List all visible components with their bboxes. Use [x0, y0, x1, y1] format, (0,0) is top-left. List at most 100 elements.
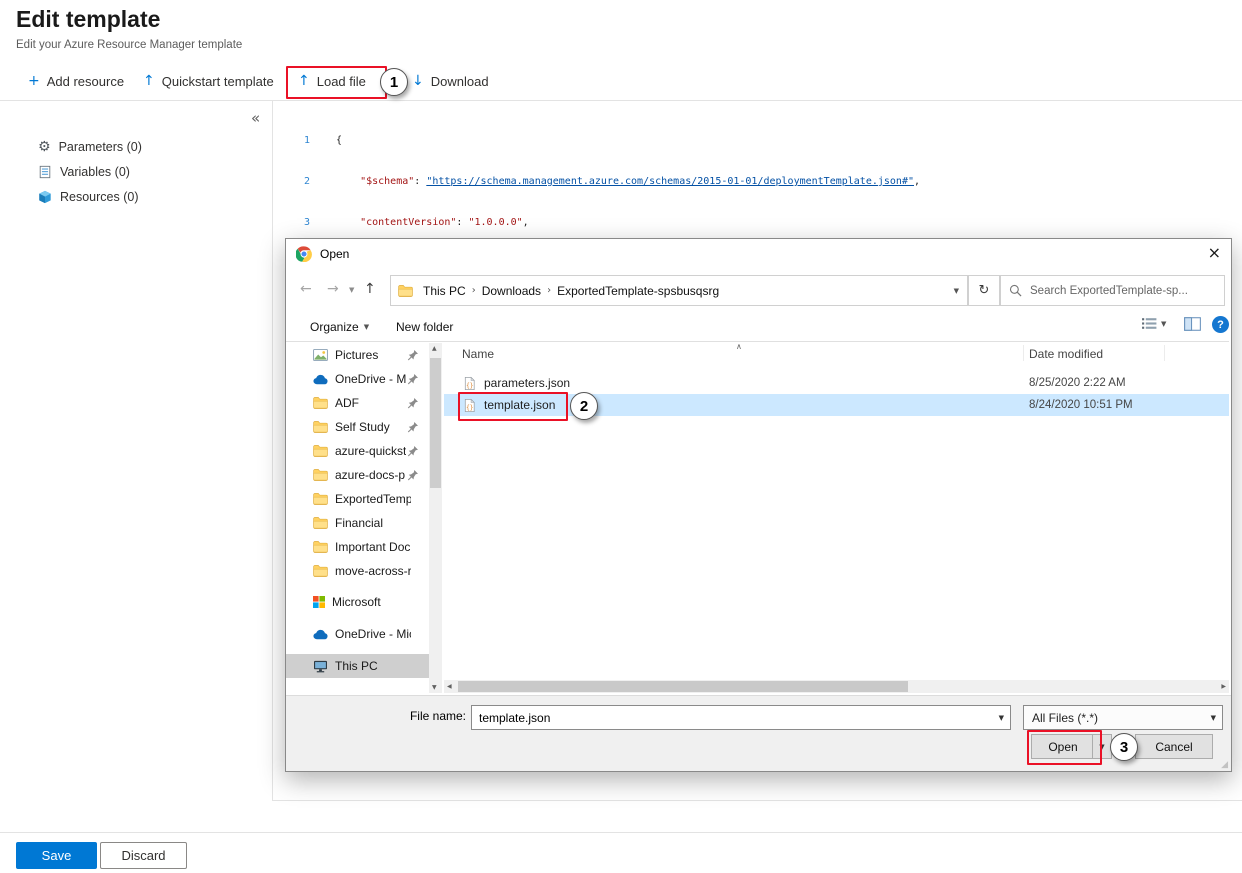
variables-icon	[38, 165, 52, 179]
tree-item-exportedtemplate[interactable]: ExportedTempla	[286, 487, 429, 511]
open-button[interactable]: Open	[1031, 734, 1095, 759]
pin-icon	[407, 445, 419, 457]
tree-item-move-across-region[interactable]: move-across-reg	[286, 559, 429, 583]
column-header-name[interactable]: Name	[462, 347, 494, 361]
save-button[interactable]: Save	[16, 842, 97, 869]
sidebar-item-parameters[interactable]: ⚙ Parameters (0)	[38, 136, 142, 158]
add-resource-button[interactable]: + Add resource	[28, 69, 124, 93]
open-file-dialog: Open × ← → ▼ ↑ This PC › Downloads › Exp…	[285, 238, 1232, 772]
tree-item-important-documents[interactable]: Important Docu	[286, 535, 429, 559]
organize-menu[interactable]: Organize ▼	[310, 317, 369, 337]
up-arrow-icon: ↑	[143, 74, 155, 88]
folder-icon	[313, 517, 328, 529]
help-icon[interactable]: ?	[1212, 316, 1229, 333]
breadcrumb-downloads[interactable]: Downloads	[476, 284, 547, 298]
page-title: Edit template	[16, 6, 160, 33]
file-name-input[interactable]	[472, 710, 993, 726]
download-label: Download	[431, 74, 489, 89]
file-type-value: All Files (*.*)	[1032, 711, 1098, 725]
refresh-button[interactable]: ↻	[968, 275, 1000, 306]
new-folder-button[interactable]: New folder	[396, 317, 453, 337]
tree-item-microsoft[interactable]: Microsoft	[286, 590, 429, 614]
code-text: {	[336, 135, 342, 146]
tree-item-adf[interactable]: ADF	[286, 391, 429, 415]
code-token-link[interactable]: "https://schema.management.azure.com/sch…	[426, 176, 914, 187]
cancel-button[interactable]: Cancel	[1135, 734, 1213, 759]
code-text: "contentVersion": "1.0.0.0",	[336, 217, 529, 228]
tree-item-label: OneDrive - M	[335, 372, 406, 386]
column-divider[interactable]	[1023, 345, 1024, 361]
file-row-parameters-json[interactable]: parameters.json 8/25/2020 2:22 AM	[444, 372, 1229, 394]
tree-item-azure-quickstart[interactable]: azure-quickst	[286, 439, 429, 463]
tree-item-pictures[interactable]: Pictures	[286, 343, 429, 367]
close-icon[interactable]: ×	[1208, 243, 1221, 262]
divider	[0, 832, 1242, 833]
sidebar-item-resources[interactable]: Resources (0)	[38, 186, 139, 208]
file-list-horizontal-scrollbar[interactable]: ◀ ▶	[444, 680, 1229, 693]
file-name-chevron-icon[interactable]: ▼	[993, 714, 1010, 722]
sidebar-item-variables[interactable]: Variables (0)	[38, 161, 130, 183]
back-icon[interactable]: ←	[300, 281, 312, 297]
cancel-button-label: Cancel	[1155, 740, 1192, 754]
sidebar-item-label: Parameters (0)	[59, 140, 142, 154]
scrollbar-thumb[interactable]	[430, 358, 441, 488]
tree-scrollbar[interactable]: ▲ ▼	[429, 343, 442, 693]
breadcrumb-current-folder[interactable]: ExportedTemplate-spsbusqsrg	[551, 284, 725, 298]
pin-icon	[407, 373, 419, 385]
tree-item-azure-docs[interactable]: azure-docs-p	[286, 463, 429, 487]
scrollbar-thumb[interactable]	[458, 681, 908, 692]
download-icon: ↓	[412, 74, 424, 88]
discard-button[interactable]: Discard	[100, 842, 187, 869]
tree-item-onedrive-microsoft[interactable]: OneDrive - Micros	[286, 622, 429, 646]
step1-badge: 1	[380, 68, 408, 96]
views-button[interactable]: ▼	[1141, 316, 1166, 331]
tree-item-label: move-across-reg	[335, 564, 411, 578]
preview-pane-icon[interactable]	[1184, 317, 1201, 331]
scroll-left-icon[interactable]: ◀	[447, 683, 452, 690]
tree-item-this-pc[interactable]: This PC	[286, 654, 429, 678]
collapse-panel-button[interactable]: «	[251, 109, 260, 127]
divider	[272, 800, 1242, 801]
scroll-right-icon[interactable]: ▶	[1221, 683, 1226, 690]
code-token: "$schema"	[336, 176, 414, 187]
divider	[286, 341, 1229, 342]
file-name-combobox[interactable]: ▼	[471, 705, 1011, 730]
quickstart-template-button[interactable]: ↑ Quickstart template	[143, 69, 274, 93]
column-header-date-modified[interactable]: Date modified	[1029, 347, 1103, 361]
onedrive-icon	[313, 374, 328, 385]
recent-locations-chevron-icon[interactable]: ▼	[349, 286, 354, 294]
forward-icon[interactable]: →	[327, 281, 339, 297]
json-file-icon	[462, 398, 477, 413]
open-split-chevron-button[interactable]: ▼	[1092, 734, 1112, 759]
tree-item-self-study[interactable]: Self Study	[286, 415, 429, 439]
file-type-chevron-icon: ▼	[1205, 714, 1222, 722]
microsoft-icon	[313, 596, 325, 608]
new-folder-label: New folder	[396, 320, 453, 334]
scroll-up-icon[interactable]: ▲	[432, 345, 437, 352]
quickstart-template-label: Quickstart template	[162, 74, 274, 89]
load-file-label: Load file	[317, 74, 366, 89]
folder-icon	[313, 445, 328, 457]
column-divider[interactable]	[1164, 345, 1165, 361]
search-box[interactable]	[1000, 275, 1225, 306]
address-dropdown-chevron-icon[interactable]: ▼	[954, 287, 959, 295]
address-bar[interactable]: This PC › Downloads › ExportedTemplate-s…	[390, 275, 968, 306]
up-icon[interactable]: ↑	[364, 281, 376, 297]
load-file-button[interactable]: ↑ Load file	[298, 69, 366, 93]
edit-template-page: {}	[0, 0, 1242, 873]
breadcrumb-this-pc[interactable]: This PC	[417, 284, 472, 298]
file-row-template-json[interactable]: template.json 8/24/2020 10:51 PM	[444, 394, 1229, 416]
tree-item-label: Self Study	[335, 420, 390, 434]
tree-item-onedrive-m[interactable]: OneDrive - M	[286, 367, 429, 391]
download-button[interactable]: ↓ Download	[412, 69, 489, 93]
folder-icon	[313, 565, 328, 577]
scroll-down-icon[interactable]: ▼	[432, 684, 437, 691]
resize-grip[interactable]: ◢	[1221, 760, 1228, 770]
pin-icon	[407, 349, 419, 361]
search-input[interactable]	[1028, 284, 1208, 298]
tree-item-financial[interactable]: Financial	[286, 511, 429, 535]
onedrive-icon	[313, 629, 328, 640]
code-token: :	[414, 176, 426, 187]
file-type-combobox[interactable]: All Files (*.*) ▼	[1023, 705, 1223, 730]
folder-icon	[313, 493, 328, 505]
